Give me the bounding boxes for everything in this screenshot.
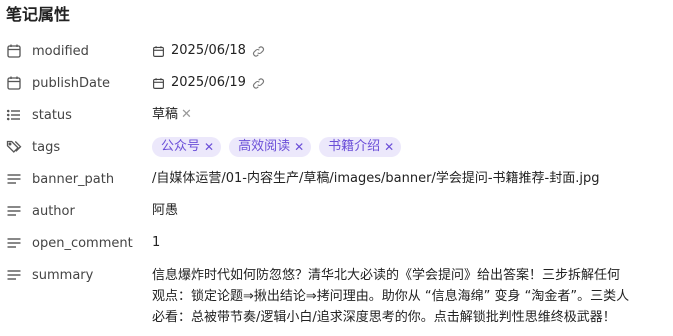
summary-line: 信息爆炸时代如何防忽悠？清华北大必读的《学会提问》给出答案！三步拆解任何 — [152, 268, 621, 283]
text-lines-icon — [6, 171, 22, 187]
calendar-icon — [152, 77, 165, 90]
list-icon — [6, 107, 22, 123]
status-chip-label: 草稿 — [152, 107, 179, 122]
property-value-open-comment[interactable]: 1 — [152, 233, 667, 253]
tag-chip[interactable]: 高效阅读 ✕ — [229, 137, 312, 157]
property-key-label: banner_path — [32, 171, 115, 187]
property-value-banner-path[interactable]: /自媒体运营/01-内容生产/草稿/images/banner/学会提问-书籍推… — [152, 169, 667, 189]
date-value[interactable]: 2025/06/18 — [171, 41, 246, 61]
property-key-label: author — [32, 203, 75, 219]
close-icon[interactable]: ✕ — [204, 137, 214, 157]
text-lines-icon — [6, 235, 22, 251]
property-key-label: status — [32, 107, 72, 123]
tag-label: 公众号 — [161, 139, 201, 154]
property-value-status[interactable]: 草稿 ✕ — [152, 105, 667, 125]
property-key-label: modified — [32, 43, 89, 59]
property-key-banner-path[interactable]: banner_path — [6, 169, 114, 189]
property-value-modified[interactable]: 2025/06/18 — [152, 41, 667, 61]
calendar-icon — [6, 75, 22, 91]
property-key-label: tags — [32, 139, 61, 155]
date-value[interactable]: 2025/06/19 — [171, 73, 246, 93]
tag-chip[interactable]: 公众号 ✕ — [152, 137, 222, 157]
close-icon[interactable]: ✕ — [384, 137, 394, 157]
close-icon[interactable]: ✕ — [294, 137, 304, 157]
tag-label: 高效阅读 — [238, 139, 291, 154]
summary-line: 观点：锁定论题⇒揪出结论⇒拷问理由。助你从 “信息海绵” 变身 “淘金者”。三类… — [152, 289, 630, 304]
calendar-icon — [152, 45, 165, 58]
property-key-author[interactable]: author — [6, 201, 75, 221]
property-value-publishDate[interactable]: 2025/06/19 — [152, 73, 667, 93]
note-properties-panel: 笔记属性 modified 2025/06/18 publishDate 202… — [0, 0, 673, 336]
property-key-tags[interactable]: tags — [6, 137, 60, 157]
tag-label: 书籍介绍 — [328, 139, 381, 154]
text-lines-icon — [6, 267, 22, 283]
property-key-publishDate[interactable]: publishDate — [6, 73, 110, 93]
property-key-summary[interactable]: summary — [6, 265, 93, 285]
tag-chip[interactable]: 书籍介绍 ✕ — [319, 137, 402, 157]
link-icon[interactable] — [252, 45, 265, 58]
property-key-label: open_comment — [32, 235, 133, 251]
property-value-author[interactable]: 阿愚 — [152, 201, 667, 221]
property-value-summary[interactable]: 信息爆炸时代如何防忽悠？清华北大必读的《学会提问》给出答案！三步拆解任何 观点：… — [152, 265, 667, 328]
status-chip[interactable]: 草稿 ✕ — [152, 105, 192, 125]
close-icon[interactable]: ✕ — [181, 105, 192, 125]
property-key-modified[interactable]: modified — [6, 41, 89, 61]
properties-heading: 笔记属性 — [6, 5, 71, 24]
link-icon[interactable] — [252, 77, 265, 90]
tags-icon — [6, 139, 22, 155]
property-key-label: publishDate — [32, 75, 111, 91]
text-lines-icon — [6, 203, 22, 219]
property-key-label: summary — [32, 267, 94, 283]
property-key-open-comment[interactable]: open_comment — [6, 233, 133, 253]
property-key-status[interactable]: status — [6, 105, 72, 125]
summary-line: 必看：总被带节奏/逻辑小白/追求深度思考的你。点击解锁批判性思维终极武器！ — [152, 310, 616, 325]
calendar-icon — [6, 43, 22, 59]
property-value-tags[interactable]: 公众号 ✕ 高效阅读 ✕ 书籍介绍 ✕ — [152, 137, 667, 157]
